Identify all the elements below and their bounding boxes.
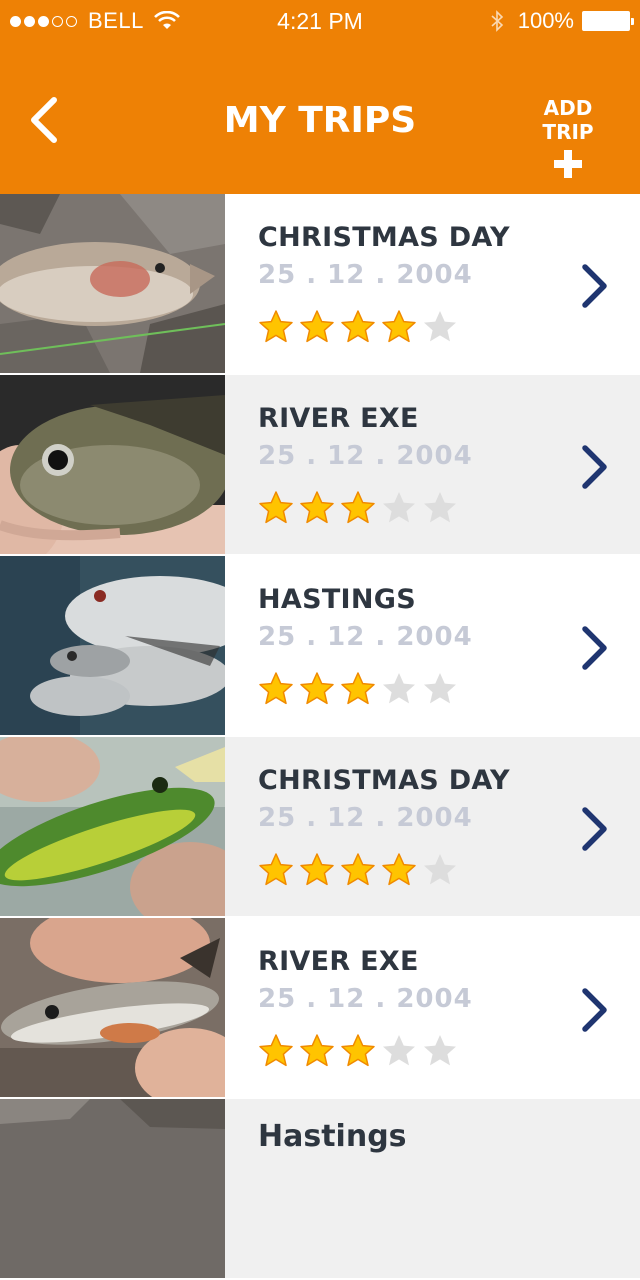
- app-header: BELL 4:21 PM 100% MY TRIPS ADD TRIP: [0, 0, 640, 194]
- trip-row[interactable]: HASTINGS 25 . 12 . 2004: [0, 556, 640, 737]
- star-filled-icon: [300, 491, 334, 524]
- trip-name: CHRISTMAS DAY: [258, 765, 510, 796]
- bluetooth-icon: [491, 10, 503, 32]
- star-empty-icon: [383, 492, 415, 523]
- trip-name: Hastings: [258, 1119, 407, 1154]
- trip-rating: [258, 490, 463, 526]
- battery-icon: [582, 11, 634, 31]
- trip-rating: [258, 309, 463, 345]
- trip-row[interactable]: RIVER EXE 25 . 12 . 2004: [0, 375, 640, 556]
- star-filled-icon: [300, 1034, 334, 1067]
- status-bar-right: 100%: [490, 8, 634, 34]
- trip-rating: [258, 671, 463, 707]
- star-empty-icon: [424, 311, 456, 342]
- star-filled-icon: [259, 491, 293, 524]
- trip-list: CHRISTMAS DAY 25 . 12 . 2004 RIVER EXE 2…: [0, 194, 640, 1280]
- star-filled-icon: [300, 310, 334, 343]
- status-bar: BELL 4:21 PM 100%: [0, 0, 640, 40]
- chevron-right-icon: [582, 807, 607, 851]
- star-filled-icon: [341, 1034, 375, 1067]
- star-filled-icon: [300, 672, 334, 705]
- trip-photo: [0, 1099, 225, 1278]
- trip-row[interactable]: CHRISTMAS DAY 25 . 12 . 2004: [0, 194, 640, 375]
- trip-name: HASTINGS: [258, 584, 417, 615]
- star-filled-icon: [341, 310, 375, 343]
- trip-name: RIVER EXE: [258, 403, 419, 434]
- star-empty-icon: [424, 492, 456, 523]
- star-filled-icon: [341, 491, 375, 524]
- trip-date: 25 . 12 . 2004: [258, 984, 473, 1014]
- star-filled-icon: [382, 310, 416, 343]
- star-empty-icon: [383, 1035, 415, 1066]
- trip-rating: [258, 852, 463, 888]
- star-filled-icon: [341, 853, 375, 886]
- trip-date: 25 . 12 . 2004: [258, 260, 473, 290]
- trip-row-partial[interactable]: Hastings: [0, 1099, 640, 1280]
- trip-photo: [0, 194, 225, 373]
- add-trip-label: ADD TRIP: [542, 96, 594, 144]
- add-trip-button[interactable]: ADD TRIP: [516, 96, 620, 178]
- star-empty-icon: [424, 1035, 456, 1066]
- trip-photo: [0, 375, 225, 554]
- chevron-right-icon: [582, 264, 607, 308]
- battery-percentage: 100%: [517, 8, 574, 33]
- trip-name: RIVER EXE: [258, 946, 419, 977]
- star-empty-icon: [424, 854, 456, 885]
- star-empty-icon: [424, 673, 456, 704]
- trip-photo: [0, 737, 225, 916]
- chevron-right-icon: [582, 445, 607, 489]
- star-filled-icon: [300, 853, 334, 886]
- trip-date: 25 . 12 . 2004: [258, 622, 473, 652]
- trip-photo: [0, 918, 225, 1097]
- plus-icon: [554, 150, 582, 178]
- chevron-right-icon: [582, 626, 607, 670]
- trip-date: 25 . 12 . 2004: [258, 803, 473, 833]
- trip-rating: [258, 1033, 463, 1069]
- star-filled-icon: [382, 853, 416, 886]
- star-filled-icon: [259, 310, 293, 343]
- star-empty-icon: [383, 673, 415, 704]
- chevron-right-icon: [582, 988, 607, 1032]
- trip-name: CHRISTMAS DAY: [258, 222, 510, 253]
- trip-row[interactable]: RIVER EXE 25 . 12 . 2004: [0, 918, 640, 1099]
- trip-row[interactable]: CHRISTMAS DAY 25 . 12 . 2004: [0, 737, 640, 918]
- star-filled-icon: [341, 672, 375, 705]
- star-filled-icon: [259, 1034, 293, 1067]
- trip-date: 25 . 12 . 2004: [258, 441, 473, 471]
- trip-photo: [0, 556, 225, 735]
- star-filled-icon: [259, 853, 293, 886]
- star-filled-icon: [259, 672, 293, 705]
